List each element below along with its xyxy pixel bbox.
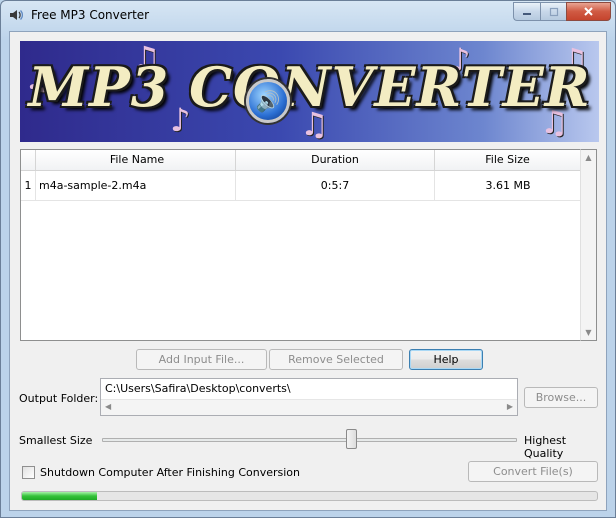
maximize-button[interactable] xyxy=(540,2,566,21)
file-size-column-header[interactable]: File Size xyxy=(435,150,581,170)
main-panel: ♫ ♫ ♪ ♫ ♪ ♫ ♫ MP3 CONVERTER 🔊 File Name … xyxy=(9,31,607,511)
browse-button[interactable]: Browse... xyxy=(524,387,598,408)
highest-quality-label: Highest Quality xyxy=(524,434,567,460)
file-name-cell: m4a-sample-2.m4a xyxy=(36,171,236,200)
help-button[interactable]: Help xyxy=(409,349,483,370)
progress-fill xyxy=(22,492,97,500)
quality-slider-track[interactable] xyxy=(102,438,517,442)
table-row[interactable]: 1 m4a-sample-2.m4a 0:5:7 3.61 MB xyxy=(21,171,581,201)
smallest-size-label: Smallest Size xyxy=(19,434,93,447)
duration-column-header[interactable]: Duration xyxy=(236,150,435,170)
app-window: Free MP3 Converter ♫ ♫ ♪ ♫ ♪ ♫ ♫ MP3 CON… xyxy=(0,0,616,518)
window-title: Free MP3 Converter xyxy=(31,8,150,22)
output-folder-label: Output Folder: xyxy=(19,392,99,405)
add-input-file-button[interactable]: Add Input File... xyxy=(136,349,267,370)
window-controls xyxy=(513,2,611,22)
output-folder-input[interactable]: C:\Users\Safira\Desktop\converts\ ◀ ▶ xyxy=(100,378,518,416)
scroll-right-icon[interactable]: ▶ xyxy=(507,402,513,411)
minimize-icon xyxy=(523,12,531,15)
output-folder-path: C:\Users\Safira\Desktop\converts\ xyxy=(105,382,291,395)
speaker-icon: 🔊 xyxy=(246,79,290,123)
quality-slider-thumb[interactable] xyxy=(345,429,357,449)
shutdown-label[interactable]: Shutdown Computer After Finishing Conver… xyxy=(40,466,300,479)
duration-cell: 0:5:7 xyxy=(236,171,435,200)
banner-title: MP3 CONVERTER xyxy=(28,55,591,119)
conversion-progress-bar xyxy=(21,491,598,501)
remove-selected-button[interactable]: Remove Selected xyxy=(269,349,403,370)
folder-horizontal-scrollbar[interactable]: ◀ ▶ xyxy=(101,399,517,415)
file-size-cell: 3.61 MB xyxy=(485,179,531,192)
converter-banner: ♫ ♫ ♪ ♫ ♪ ♫ ♫ MP3 CONVERTER 🔊 xyxy=(20,41,599,142)
scroll-down-icon[interactable]: ▼ xyxy=(581,328,596,337)
close-button[interactable] xyxy=(566,2,611,21)
row-number: 1 xyxy=(21,171,36,200)
close-icon xyxy=(584,7,593,16)
maximize-icon xyxy=(549,7,558,16)
file-table[interactable]: File Name Duration File Size 1 m4a-sampl… xyxy=(20,149,581,341)
table-vertical-scrollbar[interactable]: ▲ ▼ xyxy=(580,149,597,341)
convert-files-button[interactable]: Convert File(s) xyxy=(468,461,598,482)
table-header: File Name Duration File Size xyxy=(21,150,581,171)
minimize-button[interactable] xyxy=(513,2,540,21)
shutdown-checkbox[interactable] xyxy=(22,466,35,479)
row-number-header xyxy=(21,150,36,170)
title-bar[interactable]: Free MP3 Converter xyxy=(1,1,615,29)
scroll-up-icon[interactable]: ▲ xyxy=(581,153,596,162)
speaker-app-icon xyxy=(10,10,24,20)
scroll-left-icon[interactable]: ◀ xyxy=(105,402,111,411)
file-name-column-header[interactable]: File Name xyxy=(36,150,236,170)
